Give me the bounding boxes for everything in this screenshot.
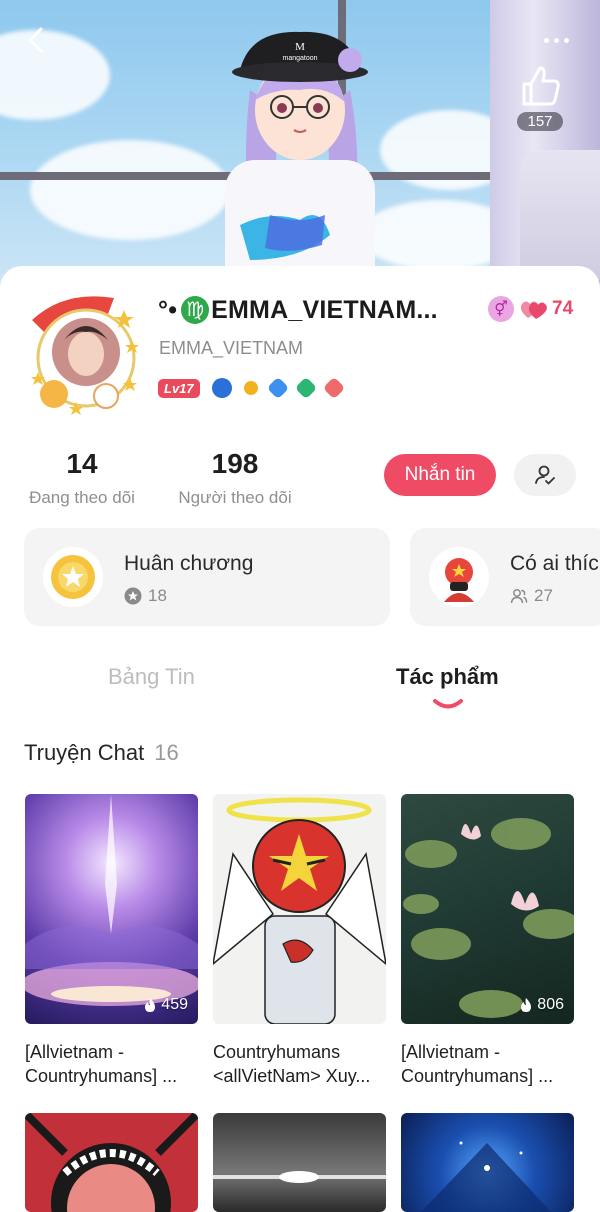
work-cover[interactable]: 459: [25, 794, 198, 1024]
more-dot: [543, 37, 549, 43]
more-options-button[interactable]: [536, 26, 576, 54]
medal-tile-title: Huân chương: [124, 552, 254, 575]
section-title-text: Truyện Chat: [24, 740, 145, 765]
work-caption-line: <allVietNam> Xuy...: [213, 1066, 371, 1086]
star-badge-icon: [124, 587, 142, 605]
username: EMMA_VIETNAM: [159, 338, 304, 358]
heart-count-value: 74: [552, 298, 574, 319]
thumbs-up-icon: [522, 66, 560, 106]
community-tile-count: 27: [510, 586, 553, 606]
work-caption-line: [Allvietnam -: [401, 1042, 501, 1062]
work-caption-line: Countryhumans: [213, 1042, 341, 1062]
people-icon: [510, 589, 528, 604]
work-cover[interactable]: [25, 1113, 198, 1212]
lotus-artwork: [403, 818, 574, 1018]
work-views: 806: [519, 996, 564, 1014]
dark-artwork: [213, 1171, 386, 1183]
svg-text:mangatoon: mangatoon: [282, 55, 317, 62]
name-prefix: °•: [158, 296, 178, 324]
tab-works[interactable]: Tác phẩm: [396, 664, 499, 690]
cloud: [30, 140, 230, 240]
section-count: 16: [154, 740, 179, 765]
hexagon-badge-icon: [266, 376, 289, 400]
countryhuman-artwork: [213, 797, 386, 1024]
fire-icon: [145, 998, 156, 1012]
work-caption[interactable]: Countryhumans <allVietNam> Xuy...: [213, 1040, 391, 1088]
like-count: 157: [517, 112, 563, 131]
virgo-zodiac-icon: ♍: [181, 296, 210, 324]
work-cover[interactable]: 806: [401, 794, 574, 1024]
following-label: Đang theo dõi: [29, 488, 135, 507]
heart-count[interactable]: 74: [520, 298, 573, 320]
community-tile-title: Có ai thíc: [510, 552, 599, 575]
work-caption-line: Countryhumans] ...: [25, 1066, 178, 1086]
fire-icon: [521, 998, 532, 1012]
following-stat[interactable]: 14 Đang theo dõi: [24, 448, 140, 508]
work-caption[interactable]: [Allvietnam - Countryhumans] ...: [25, 1040, 203, 1088]
followers-label: Người theo dõi: [178, 488, 292, 507]
medal-tile-count: 18: [124, 586, 167, 606]
tab-feed[interactable]: Bảng Tin: [108, 664, 195, 690]
water-drop-badge-icon: [211, 378, 232, 398]
section-title: Truyện Chat 16: [24, 740, 179, 766]
work-caption-line: Countryhumans] ...: [401, 1066, 554, 1086]
active-tab-indicator: [433, 699, 463, 709]
work-views: 459: [143, 996, 188, 1014]
red-hexagon-badge-icon: [322, 376, 345, 400]
following-count: 14: [66, 448, 98, 479]
back-button[interactable]: [18, 22, 54, 58]
blue-galaxy-artwork: [421, 1141, 551, 1212]
chevron-left-icon: [28, 27, 43, 53]
galaxy-artwork: [25, 794, 198, 1006]
badge-row[interactable]: Lv17: [158, 376, 345, 400]
medal-icon: [43, 547, 103, 607]
like-button[interactable]: 157: [512, 64, 568, 138]
message-button[interactable]: Nhắn tin: [384, 454, 496, 496]
work-caption[interactable]: [Allvietnam - Countryhumans] ...: [401, 1040, 579, 1088]
medal-count-value: 18: [148, 586, 167, 605]
work-views-value: 806: [537, 996, 564, 1013]
more-dot: [563, 37, 569, 43]
hearts-icon: [520, 301, 547, 319]
work-cover[interactable]: [213, 794, 386, 1024]
work-caption-line: [Allvietnam -: [25, 1042, 125, 1062]
work-views-value: 459: [161, 996, 188, 1013]
follow-button[interactable]: [514, 454, 576, 496]
cloud: [0, 30, 110, 120]
level-badge: Lv17: [158, 378, 200, 398]
red-character-artwork: [25, 1113, 198, 1212]
leaf-badge-icon: [294, 376, 317, 400]
community-tile[interactable]: Có ai thíc 27: [410, 528, 600, 626]
profile-cover: M mangatoon 157: [0, 0, 600, 300]
cap-brand-text: M: [295, 41, 305, 53]
followers-count: 198: [211, 448, 259, 479]
user-check-icon: [535, 465, 555, 485]
character-illustration: M mangatoon: [225, 31, 375, 300]
medal-tile[interactable]: Huân chương 18: [24, 528, 390, 626]
work-cover[interactable]: [213, 1113, 386, 1212]
group-icon: [429, 547, 489, 607]
avatar[interactable]: [24, 290, 146, 420]
more-dot: [553, 37, 559, 43]
community-count-value: 27: [534, 586, 553, 605]
followers-stat[interactable]: 198 Người theo dõi: [172, 448, 298, 508]
profile-name-text: EMMA_VIETNAM...: [211, 296, 438, 324]
profile-card: °• ♍ EMMA_VIETNAM... ⚥ 74 EMMA_VIETNAM Lv1…: [0, 266, 600, 1212]
sofa: [520, 150, 600, 280]
profile-name: °• ♍ EMMA_VIETNAM...: [158, 296, 438, 325]
gender-icon: ⚥: [488, 296, 514, 322]
coin-badge-icon: [243, 381, 258, 395]
work-cover[interactable]: [401, 1113, 574, 1212]
